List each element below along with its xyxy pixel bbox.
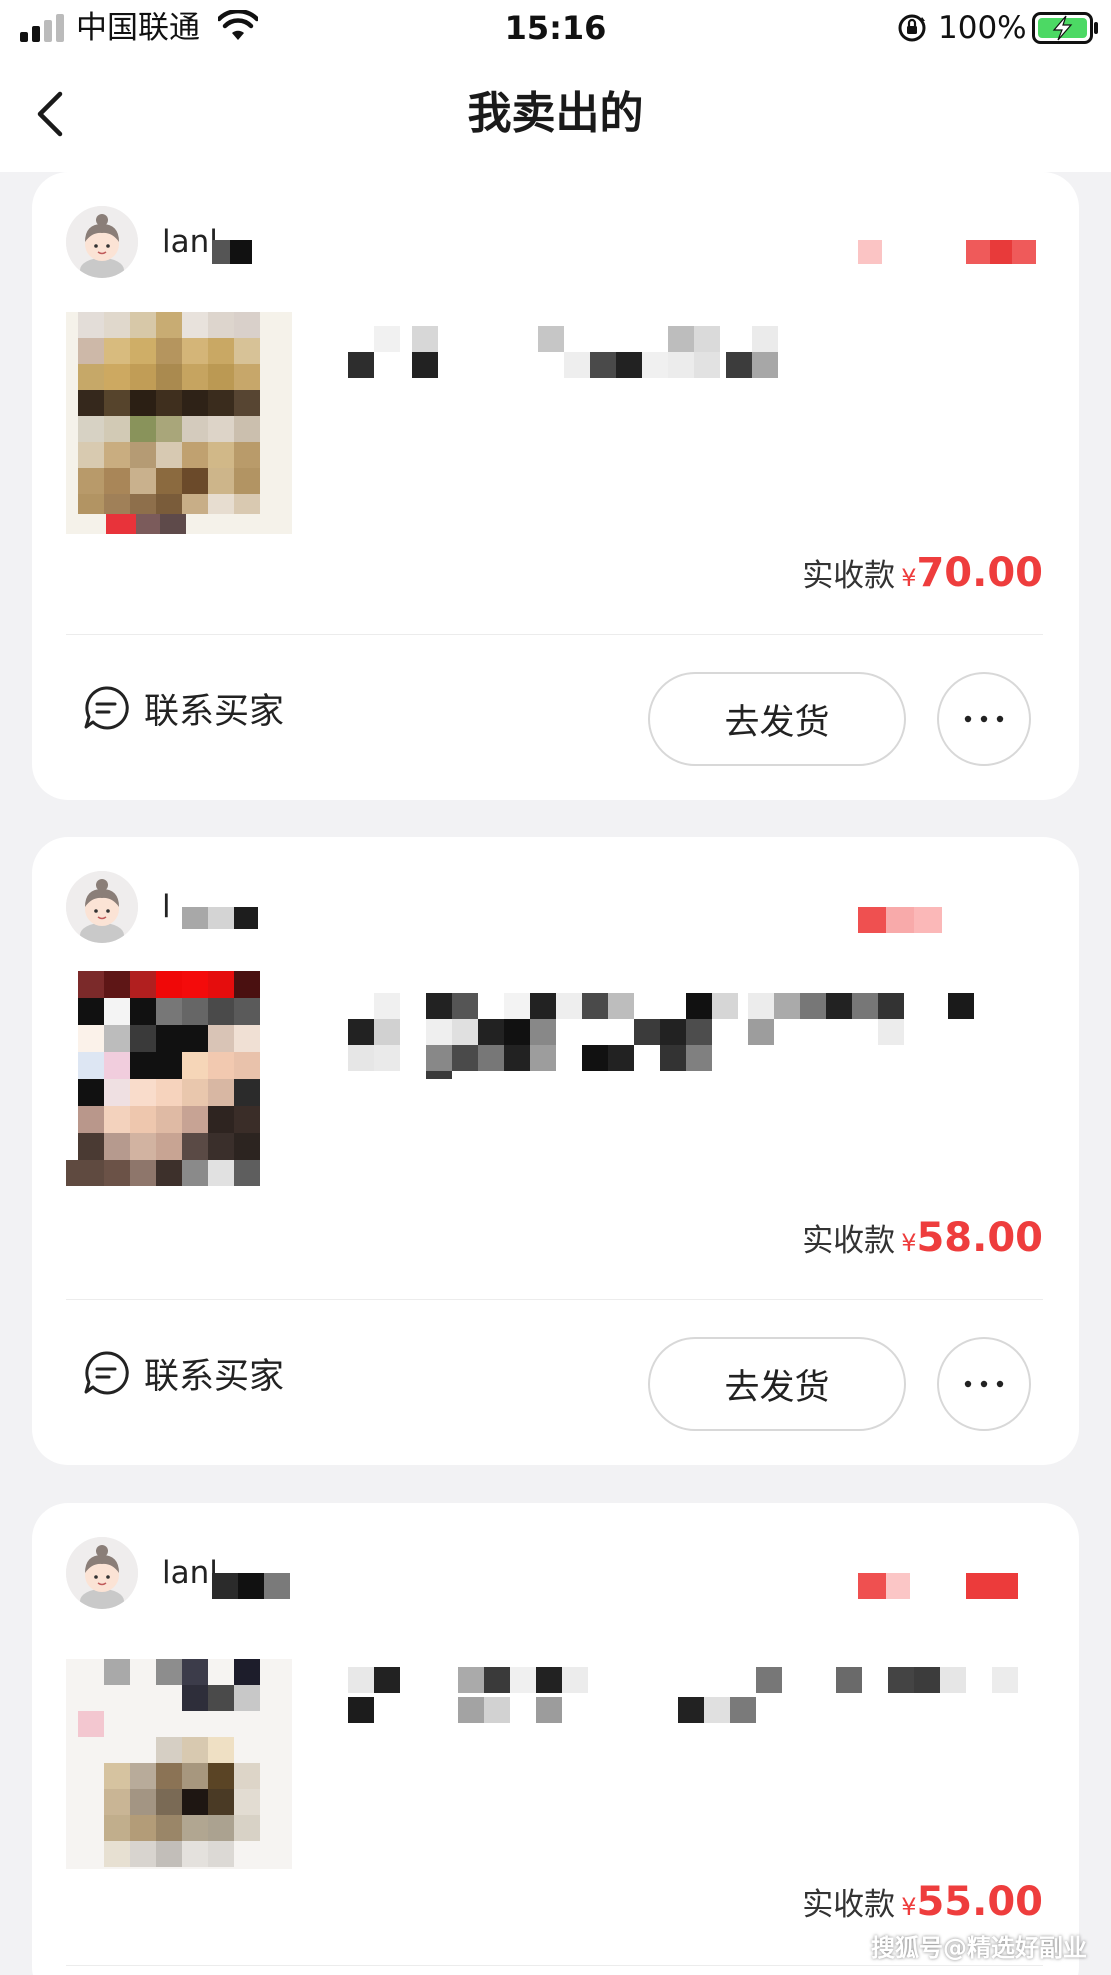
redacted-mosaic — [348, 1667, 1018, 1723]
contact-buyer-label: 联系买家 — [144, 1356, 285, 1397]
order-card[interactable]: l 实收款 ¥58.00 联系买家 去发货 — [32, 837, 1079, 1465]
product-thumbnail[interactable] — [66, 312, 292, 534]
redacted-mosaic — [182, 907, 258, 929]
ellipsis-icon — [964, 715, 1004, 723]
contact-buyer-button[interactable]: 联系买家 — [82, 678, 284, 738]
price-value: 58.00 — [916, 1215, 1043, 1261]
page-title: 我卖出的 — [467, 88, 644, 139]
status-bar: 中国联通 15:16 100% — [0, 0, 1111, 56]
price-label: 实收款 — [802, 558, 896, 594]
price-currency: ¥ — [901, 1893, 917, 1921]
redacted-mosaic — [858, 1573, 1018, 1599]
received-amount: 实收款 ¥70.00 — [802, 550, 1043, 596]
redacted-mosaic — [858, 240, 1036, 264]
price-currency: ¥ — [901, 1229, 917, 1257]
buyer-name: lanl — [162, 224, 218, 260]
chat-bubble-icon — [84, 686, 129, 730]
received-amount: 实收款 ¥58.00 — [802, 1215, 1043, 1261]
chat-bubble-icon — [84, 1351, 129, 1395]
price-value: 55.00 — [916, 1879, 1043, 1925]
more-button[interactable] — [937, 1337, 1031, 1431]
redacted-mosaic — [348, 326, 778, 378]
more-button[interactable] — [937, 672, 1031, 766]
watermark: 搜狐号@精选好副业 — [871, 1934, 1087, 1962]
product-thumbnail[interactable] — [66, 1659, 292, 1869]
nav-bar: 我卖出的 — [0, 56, 1111, 172]
redacted-mosaic — [348, 993, 974, 1079]
ship-button[interactable]: 去发货 — [648, 1337, 906, 1431]
price-value: 70.00 — [916, 550, 1043, 596]
price-label: 实收款 — [802, 1223, 896, 1259]
redacted-mosaic — [212, 240, 252, 264]
redacted-mosaic — [212, 1573, 290, 1599]
avatar-icon — [66, 1537, 138, 1609]
received-amount: 实收款 ¥55.00 — [802, 1879, 1043, 1925]
avatar[interactable] — [66, 1537, 138, 1609]
divider — [66, 1965, 1043, 1966]
buyer-name: lanl — [162, 1555, 218, 1591]
order-card[interactable]: lanl 实收款 ¥70.00 联系买家 去发货 — [32, 172, 1079, 800]
ellipsis-icon — [964, 1380, 1004, 1388]
price-label: 实收款 — [802, 1887, 896, 1923]
orientation-lock-icon — [898, 14, 926, 42]
redacted-mosaic — [858, 907, 942, 933]
product-thumbnail[interactable] — [66, 971, 292, 1186]
order-card[interactable]: lanl 实收款 ¥55.00 — [32, 1503, 1079, 1975]
price-currency: ¥ — [901, 564, 917, 592]
contact-buyer-label: 联系买家 — [144, 691, 285, 732]
ship-button[interactable]: 去发货 — [648, 672, 906, 766]
battery-percent: 100% — [938, 10, 1027, 46]
divider — [66, 1299, 1043, 1300]
buyer-name: l — [162, 889, 171, 925]
divider — [66, 634, 1043, 635]
avatar[interactable] — [66, 871, 138, 943]
battery-charging-icon — [1032, 12, 1098, 44]
avatar-icon — [66, 206, 138, 278]
contact-buyer-button[interactable]: 联系买家 — [82, 1343, 284, 1403]
avatar-icon — [66, 871, 138, 943]
avatar[interactable] — [66, 206, 138, 278]
